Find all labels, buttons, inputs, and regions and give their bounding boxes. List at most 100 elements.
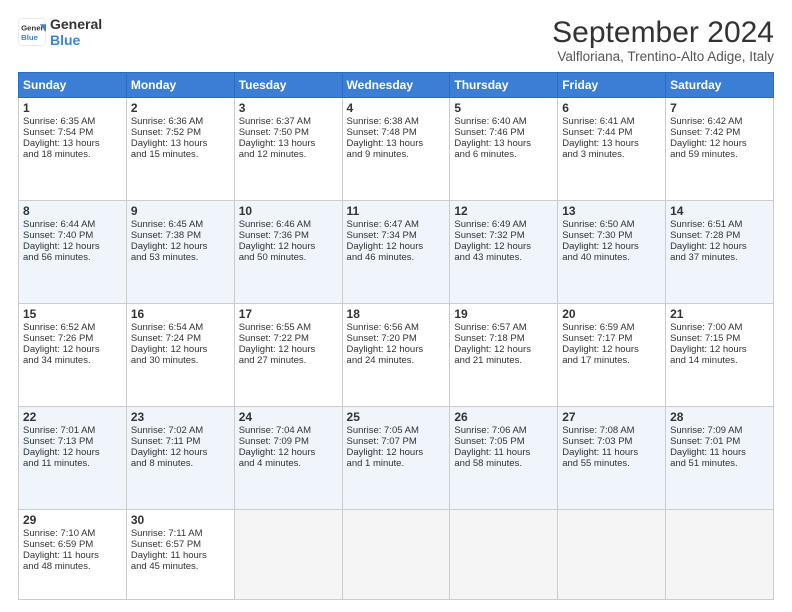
day-info-line: Sunrise: 6:57 AM <box>454 322 553 333</box>
day-info-line: Sunrise: 6:47 AM <box>347 219 446 230</box>
day-info-line: Sunset: 7:42 PM <box>670 127 769 138</box>
day-info-line: Sunset: 7:03 PM <box>562 436 661 447</box>
day-info-line: Sunset: 7:38 PM <box>131 230 230 241</box>
day-header-tuesday: Tuesday <box>234 73 342 98</box>
calendar-cell: 20Sunrise: 6:59 AMSunset: 7:17 PMDayligh… <box>558 304 666 407</box>
day-info-line: Sunset: 7:26 PM <box>23 333 122 344</box>
day-info-line: Sunset: 7:54 PM <box>23 127 122 138</box>
logo: General Blue General Blue <box>18 16 102 48</box>
calendar-cell <box>342 510 450 600</box>
day-info-line: and 56 minutes. <box>23 252 122 263</box>
day-header-saturday: Saturday <box>666 73 774 98</box>
day-info-line: and 51 minutes. <box>670 458 769 469</box>
day-number: 15 <box>23 307 122 321</box>
day-info-line: and 48 minutes. <box>23 561 122 572</box>
calendar-week-4: 22Sunrise: 7:01 AMSunset: 7:13 PMDayligh… <box>19 407 774 510</box>
day-info-line: Sunrise: 6:42 AM <box>670 116 769 127</box>
day-info-line: Sunrise: 7:04 AM <box>239 425 338 436</box>
calendar-week-2: 8Sunrise: 6:44 AMSunset: 7:40 PMDaylight… <box>19 201 774 304</box>
calendar-cell: 7Sunrise: 6:42 AMSunset: 7:42 PMDaylight… <box>666 98 774 201</box>
day-info-line: Daylight: 12 hours <box>347 241 446 252</box>
day-info-line: and 27 minutes. <box>239 355 338 366</box>
day-info-line: Sunrise: 6:38 AM <box>347 116 446 127</box>
calendar-cell: 24Sunrise: 7:04 AMSunset: 7:09 PMDayligh… <box>234 407 342 510</box>
day-info-line: and 24 minutes. <box>347 355 446 366</box>
day-info-line: Sunset: 7:01 PM <box>670 436 769 447</box>
day-number: 21 <box>670 307 769 321</box>
day-info-line: Sunset: 7:48 PM <box>347 127 446 138</box>
day-info-line: Daylight: 12 hours <box>454 344 553 355</box>
day-number: 5 <box>454 101 553 115</box>
day-number: 18 <box>347 307 446 321</box>
calendar-cell: 17Sunrise: 6:55 AMSunset: 7:22 PMDayligh… <box>234 304 342 407</box>
calendar-cell: 26Sunrise: 7:06 AMSunset: 7:05 PMDayligh… <box>450 407 558 510</box>
day-number: 14 <box>670 204 769 218</box>
day-number: 20 <box>562 307 661 321</box>
day-number: 2 <box>131 101 230 115</box>
day-number: 13 <box>562 204 661 218</box>
calendar-cell: 27Sunrise: 7:08 AMSunset: 7:03 PMDayligh… <box>558 407 666 510</box>
day-info-line: and 46 minutes. <box>347 252 446 263</box>
day-info-line: Sunrise: 6:37 AM <box>239 116 338 127</box>
day-number: 26 <box>454 410 553 424</box>
day-info-line: Sunset: 7:36 PM <box>239 230 338 241</box>
day-info-line: Sunrise: 7:00 AM <box>670 322 769 333</box>
day-info-line: Sunrise: 6:46 AM <box>239 219 338 230</box>
day-number: 16 <box>131 307 230 321</box>
calendar-cell <box>666 510 774 600</box>
calendar-week-1: 1Sunrise: 6:35 AMSunset: 7:54 PMDaylight… <box>19 98 774 201</box>
day-info-line: and 9 minutes. <box>347 149 446 160</box>
day-header-wednesday: Wednesday <box>342 73 450 98</box>
day-info-line: Daylight: 13 hours <box>454 138 553 149</box>
day-info-line: Sunrise: 7:06 AM <box>454 425 553 436</box>
day-info-line: and 6 minutes. <box>454 149 553 160</box>
calendar-cell: 22Sunrise: 7:01 AMSunset: 7:13 PMDayligh… <box>19 407 127 510</box>
calendar-cell: 14Sunrise: 6:51 AMSunset: 7:28 PMDayligh… <box>666 201 774 304</box>
day-info-line: Sunset: 7:20 PM <box>347 333 446 344</box>
day-info-line: Daylight: 11 hours <box>131 550 230 561</box>
logo-general: General <box>50 16 102 32</box>
day-info-line: Sunrise: 7:08 AM <box>562 425 661 436</box>
day-info-line: Sunset: 7:28 PM <box>670 230 769 241</box>
day-info-line: Daylight: 12 hours <box>23 241 122 252</box>
calendar-cell: 18Sunrise: 6:56 AMSunset: 7:20 PMDayligh… <box>342 304 450 407</box>
calendar-week-5: 29Sunrise: 7:10 AMSunset: 6:59 PMDayligh… <box>19 510 774 600</box>
day-info-line: Daylight: 12 hours <box>239 447 338 458</box>
calendar-cell: 19Sunrise: 6:57 AMSunset: 7:18 PMDayligh… <box>450 304 558 407</box>
calendar-cell: 11Sunrise: 6:47 AMSunset: 7:34 PMDayligh… <box>342 201 450 304</box>
day-info-line: Sunrise: 6:41 AM <box>562 116 661 127</box>
page: General Blue General Blue September 2024… <box>0 0 792 612</box>
day-info-line: Daylight: 11 hours <box>670 447 769 458</box>
calendar-cell: 23Sunrise: 7:02 AMSunset: 7:11 PMDayligh… <box>126 407 234 510</box>
calendar-cell <box>558 510 666 600</box>
day-info-line: and 14 minutes. <box>670 355 769 366</box>
day-info-line: Daylight: 12 hours <box>347 447 446 458</box>
day-info-line: Sunrise: 6:49 AM <box>454 219 553 230</box>
calendar-cell: 13Sunrise: 6:50 AMSunset: 7:30 PMDayligh… <box>558 201 666 304</box>
title-block: September 2024 Valfloriana, Trentino-Alt… <box>552 16 774 64</box>
day-info-line: Daylight: 13 hours <box>23 138 122 149</box>
calendar-cell: 1Sunrise: 6:35 AMSunset: 7:54 PMDaylight… <box>19 98 127 201</box>
day-number: 10 <box>239 204 338 218</box>
calendar-cell: 8Sunrise: 6:44 AMSunset: 7:40 PMDaylight… <box>19 201 127 304</box>
day-info-line: Daylight: 12 hours <box>239 241 338 252</box>
day-number: 9 <box>131 204 230 218</box>
calendar-table: SundayMondayTuesdayWednesdayThursdayFrid… <box>18 72 774 600</box>
day-info-line: Daylight: 12 hours <box>131 344 230 355</box>
day-info-line: Sunset: 7:18 PM <box>454 333 553 344</box>
day-number: 24 <box>239 410 338 424</box>
calendar-cell <box>450 510 558 600</box>
day-info-line: Sunrise: 6:50 AM <box>562 219 661 230</box>
day-info-line: Sunset: 7:11 PM <box>131 436 230 447</box>
day-info-line: and 43 minutes. <box>454 252 553 263</box>
day-info-line: Daylight: 12 hours <box>562 344 661 355</box>
day-info-line: Sunset: 7:05 PM <box>454 436 553 447</box>
day-info-line: Daylight: 13 hours <box>131 138 230 149</box>
day-info-line: Daylight: 12 hours <box>131 241 230 252</box>
day-info-line: Sunset: 7:50 PM <box>239 127 338 138</box>
subtitle: Valfloriana, Trentino-Alto Adige, Italy <box>552 49 774 64</box>
day-info-line: and 12 minutes. <box>239 149 338 160</box>
day-info-line: Sunrise: 6:35 AM <box>23 116 122 127</box>
day-info-line: Sunset: 7:17 PM <box>562 333 661 344</box>
day-header-sunday: Sunday <box>19 73 127 98</box>
